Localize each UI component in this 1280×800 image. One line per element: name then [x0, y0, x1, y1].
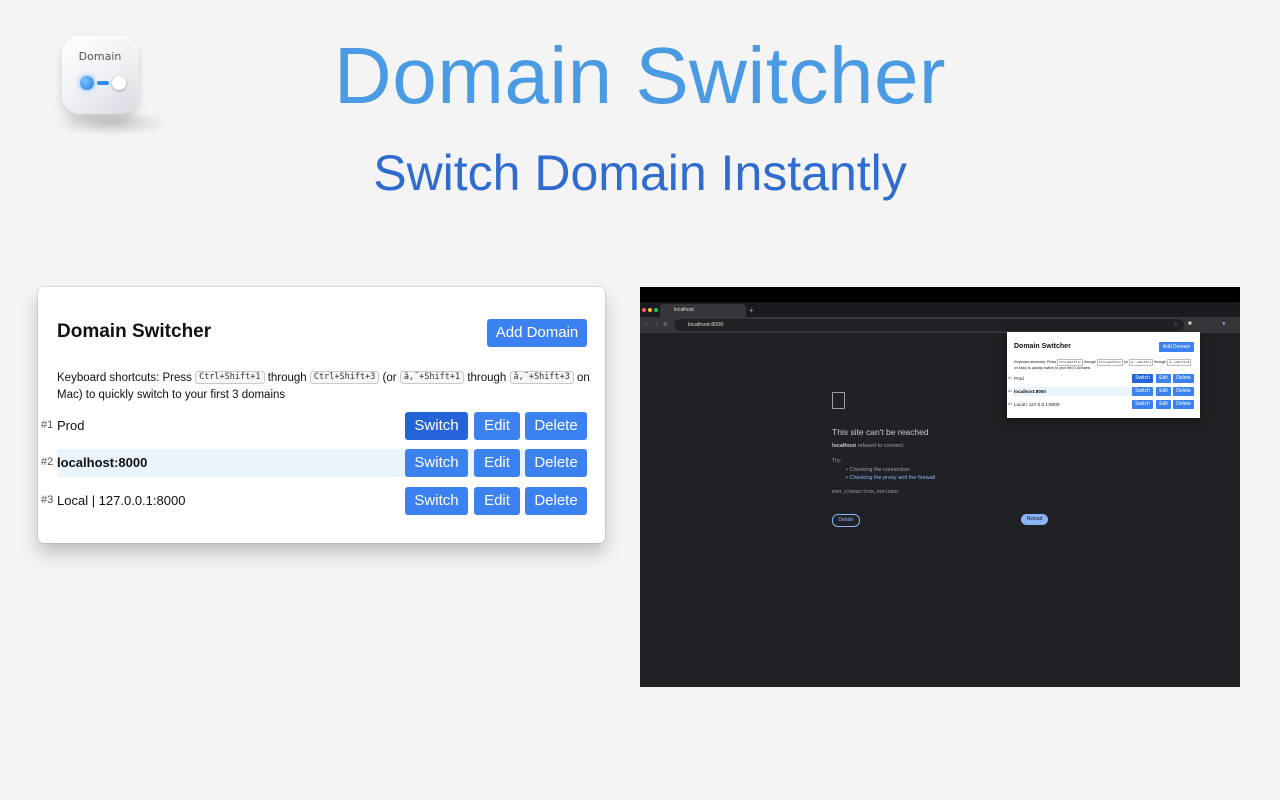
error-message: localhost refused to connect. [832, 443, 905, 449]
switch-button[interactable]: Switch [1132, 400, 1153, 409]
suggestion-item: • Checking the connection [846, 467, 910, 473]
extension-popup-mini: Domain Switcher Add Domain Keyboard shor… [1007, 332, 1200, 418]
keyboard-shortcuts-hint: Keyboard shortcuts: Press Ctrl+Shift+1 t… [57, 371, 590, 401]
delete-button[interactable]: Delete [1173, 374, 1194, 383]
edit-button[interactable]: Edit [1156, 400, 1171, 409]
shortcut-key: â‚˜+Shift+1 [399, 371, 465, 385]
hero-title: Domain Switcher [333, 31, 947, 120]
delete-button[interactable]: Delete [1173, 400, 1194, 409]
bookmark-star-icon[interactable]: ☆ [1173, 321, 1178, 328]
browser-screenshot: localhost + ← → ↻ localhost:8000 ☆ ■ ● T… [640, 287, 1240, 687]
close-window-icon[interactable] [642, 308, 646, 312]
switch-button[interactable]: Switch [405, 449, 468, 477]
details-button[interactable]: Details [832, 514, 860, 527]
delete-button[interactable]: Delete [525, 412, 587, 440]
domain-row-active: #2 localhost:8000 Switch Edit Delete [38, 449, 605, 477]
edit-button[interactable]: Edit [1156, 374, 1171, 383]
extension-popup: Domain Switcher Add Domain Keyboard shor… [38, 287, 605, 543]
domain-index: #2 [41, 456, 54, 468]
add-domain-button[interactable]: Add Domain [1159, 342, 1194, 352]
switch-button[interactable]: Switch [1132, 387, 1153, 396]
popup-title: Domain Switcher [1014, 343, 1071, 350]
suggestion-link[interactable]: • Checking the proxy and the firewall [846, 475, 935, 481]
domain-label: Prod [57, 418, 85, 433]
domain-label: Local | 127.0.0.1:8000 [57, 493, 186, 508]
reload-button[interactable]: Reload [1021, 514, 1048, 525]
profile-icon[interactable]: ● [1222, 321, 1226, 327]
delete-button[interactable]: Delete [525, 449, 587, 477]
switch-button[interactable]: Switch [405, 412, 468, 440]
hero-subtitle: Switch Domain Instantly [373, 145, 907, 201]
switch-button[interactable]: Switch [405, 487, 468, 515]
broken-page-icon [832, 392, 845, 409]
shortcut-key: Ctrl+Shift+3 [309, 371, 380, 385]
switch-button[interactable]: Switch [1132, 374, 1153, 383]
toolbar: ← → ↻ localhost:8000 ☆ ■ ● [640, 317, 1240, 333]
domain-row: #3 Local | 127.0.0.1:8000 Switch Edit De… [38, 487, 605, 515]
address-bar[interactable]: localhost:8000 [674, 319, 1184, 331]
delete-button[interactable]: Delete [1173, 387, 1194, 396]
edit-button[interactable]: Edit [1156, 387, 1171, 396]
extension-icon[interactable]: ■ [1188, 321, 1192, 327]
edit-button[interactable]: Edit [474, 449, 520, 477]
shortcut-key: Ctrl+Shift+1 [195, 371, 265, 385]
error-try-label: Try: [832, 458, 842, 464]
keyboard-shortcuts-hint: Keyboard shortcuts: Press Ctrl+Shift+1 t… [1014, 359, 1192, 370]
domain-index: #1 [41, 419, 54, 431]
delete-button[interactable]: Delete [525, 487, 587, 515]
reload-icon[interactable]: ↻ [663, 321, 668, 328]
domain-label: localhost:8000 [57, 455, 148, 470]
shortcut-key: â‚˜+Shift+3 [509, 371, 574, 385]
error-title: This site can't be reached [832, 427, 929, 437]
minimize-window-icon[interactable] [648, 308, 652, 312]
edit-button[interactable]: Edit [474, 412, 520, 440]
new-tab-button[interactable]: + [749, 306, 754, 315]
domain-row: #1 Prod Switch Edit Delete [38, 412, 605, 440]
edit-button[interactable]: Edit [474, 487, 520, 515]
maximize-window-icon[interactable] [654, 308, 658, 312]
domain-row-active: #2 localhost:8000 Switch Edit Delete [1007, 387, 1200, 396]
error-code: ERR_CONNECTION_REFUSED [832, 489, 899, 494]
browser-tab[interactable]: localhost [660, 304, 746, 317]
domain-index: #3 [41, 494, 54, 506]
popup-title: Domain Switcher [57, 321, 212, 342]
forward-icon[interactable]: → [653, 321, 659, 327]
domain-row: #3 Local | 127.0.0.1:8000 Switch Edit De… [1007, 400, 1200, 409]
domain-row: #1 Prod Switch Edit Delete [1007, 374, 1200, 383]
back-icon[interactable]: ← [644, 321, 650, 327]
add-domain-button[interactable]: Add Domain [487, 319, 587, 347]
